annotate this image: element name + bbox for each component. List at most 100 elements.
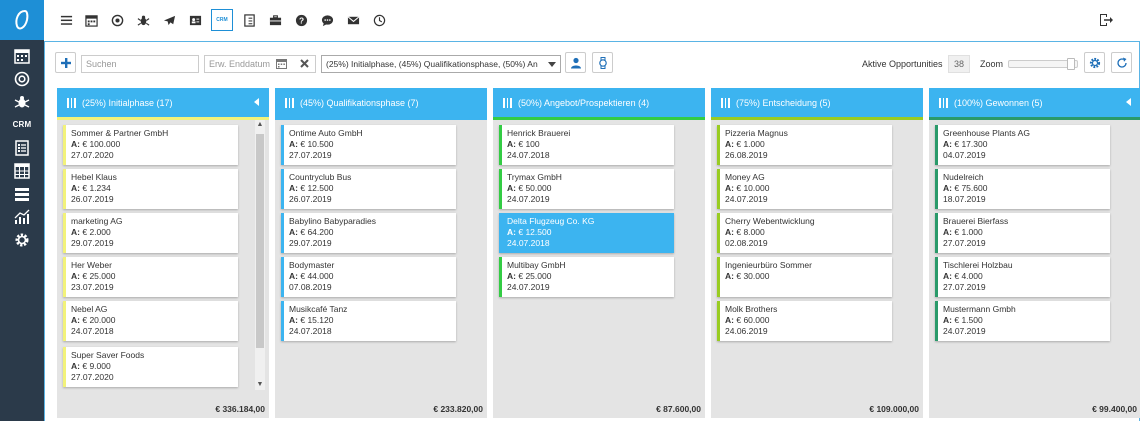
help-icon[interactable]: ? bbox=[291, 10, 311, 30]
column-header[interactable]: (45%) Qualifikationsphase (7) bbox=[275, 88, 487, 117]
crm-tab[interactable]: CRM bbox=[211, 9, 233, 31]
card-amount: A: € 1.000 bbox=[725, 139, 892, 150]
scroll-up-icon[interactable]: ▲ bbox=[256, 120, 264, 130]
opportunity-card[interactable]: Hebel Klaus A: € 1.234 26.07.2019 bbox=[63, 169, 238, 209]
column-header[interactable]: (100%) Gewonnen (5) bbox=[929, 88, 1140, 117]
opportunity-card[interactable]: Super Saver Foods A: € 9.000 27.07.2020 bbox=[63, 347, 238, 387]
search-input[interactable]: Suchen bbox=[81, 55, 199, 73]
card-amount-value: € 17.300 bbox=[954, 139, 988, 149]
user-filter-button[interactable] bbox=[565, 52, 586, 73]
opportunity-card[interactable]: Trymax GmbH A: € 50.000 24.07.2019 bbox=[499, 169, 674, 209]
zoom-slider-handle[interactable] bbox=[1067, 58, 1075, 70]
clear-date-icon[interactable] bbox=[300, 59, 309, 68]
opportunity-card[interactable]: Babylino Babyparadies A: € 64.200 29.07.20… bbox=[281, 213, 456, 253]
opportunity-card[interactable]: Bodymaster A: € 44.000 07.08.2019 bbox=[281, 257, 456, 297]
opportunity-card[interactable]: Tischlerei Holzbau A: € 4.000 27.07.2019 bbox=[935, 257, 1110, 297]
watch-filter-button[interactable] bbox=[592, 52, 613, 73]
drag-handle-icon[interactable] bbox=[285, 97, 295, 108]
svg-text:?: ? bbox=[298, 15, 303, 25]
card-date: 29.07.2019 bbox=[289, 238, 332, 248]
card-list: Greenhouse Plants AG A: € 17.300 04.07.201… bbox=[929, 120, 1140, 390]
opportunity-card[interactable]: Molk Brothers A: € 60.000 24.06.2019 bbox=[717, 301, 892, 341]
sidebar-crm[interactable]: CRM bbox=[0, 113, 44, 136]
collapse-arrow-icon[interactable] bbox=[1126, 98, 1131, 106]
card-amount-prefix: A: bbox=[943, 139, 952, 149]
logout-icon[interactable] bbox=[1098, 12, 1114, 28]
drag-handle-icon[interactable] bbox=[67, 97, 77, 108]
hamburger-menu-icon[interactable] bbox=[56, 10, 76, 30]
add-opportunity-button[interactable] bbox=[55, 52, 76, 73]
calendar-icon[interactable] bbox=[0, 44, 44, 67]
column-title: (75%) Entscheidung (5) bbox=[736, 97, 831, 108]
app-logo[interactable] bbox=[0, 0, 44, 40]
card-amount-value: € 1.000 bbox=[954, 227, 983, 237]
drag-handle-icon[interactable] bbox=[503, 97, 513, 108]
drag-handle-icon[interactable] bbox=[721, 97, 731, 108]
card-amount-value: € 1.234 bbox=[82, 183, 111, 193]
calendar-picker-icon[interactable] bbox=[276, 58, 287, 69]
opportunity-card[interactable]: Brauerei Bierfass A: € 1.000 27.07.2019 bbox=[935, 213, 1110, 253]
briefcase-icon[interactable] bbox=[265, 10, 285, 30]
calendar-icon[interactable] bbox=[81, 10, 101, 30]
lifebuoy-icon[interactable] bbox=[0, 67, 44, 90]
grid-calendar-icon[interactable] bbox=[0, 159, 44, 182]
chat-icon[interactable] bbox=[317, 10, 337, 30]
card-amount-prefix: A: bbox=[507, 271, 516, 281]
card-amount-prefix: A: bbox=[71, 315, 80, 325]
card-amount-value: € 44.000 bbox=[300, 271, 334, 281]
opportunity-card[interactable]: Ingenieurbüro Sommer A: € 30.000 bbox=[717, 257, 892, 297]
clock-icon[interactable] bbox=[369, 10, 389, 30]
card-amount: A: € 12.500 bbox=[507, 227, 674, 238]
opportunity-card[interactable]: Ontime Auto GmbH A: € 10.500 27.07.2019 bbox=[281, 125, 456, 165]
card-amount-value: € 64.200 bbox=[300, 227, 334, 237]
opportunity-card[interactable]: Money AG A: € 10.000 24.07.2019 bbox=[717, 169, 892, 209]
refresh-button[interactable] bbox=[1111, 52, 1132, 73]
column-header[interactable]: (25%) Initialphase (17) bbox=[57, 88, 269, 117]
card-date: 07.08.2019 bbox=[289, 282, 332, 292]
card-date: 27.07.2019 bbox=[289, 150, 332, 160]
drag-handle-icon[interactable] bbox=[939, 97, 949, 108]
gear-icon bbox=[1089, 57, 1100, 68]
collapse-arrow-icon[interactable] bbox=[254, 98, 259, 106]
column-header[interactable]: (75%) Entscheidung (5) bbox=[711, 88, 923, 117]
opportunity-card[interactable]: Pizzeria Magnus A: € 1.000 26.08.2019 bbox=[717, 125, 892, 165]
opportunity-card[interactable]: Multibay GmbH A: € 25.000 24.07.2019 bbox=[499, 257, 674, 297]
card-date: 24.07.2019 bbox=[725, 194, 768, 204]
opportunity-card[interactable]: Musikcafé Tanz A: € 15.120 24.07.2018 bbox=[281, 301, 456, 341]
contact-card-icon[interactable] bbox=[185, 10, 205, 30]
checklist-icon[interactable] bbox=[0, 136, 44, 159]
checklist-icon[interactable] bbox=[239, 10, 259, 30]
chart-icon[interactable] bbox=[0, 205, 44, 228]
opportunity-card[interactable]: Greenhouse Plants AG A: € 17.300 04.07.201… bbox=[935, 125, 1110, 165]
scrollbar[interactable]: ▲ ▼ bbox=[255, 120, 265, 390]
opportunity-card[interactable]: Countryclub Bus A: € 12.500 26.07.2019 bbox=[281, 169, 456, 209]
bug-icon[interactable] bbox=[0, 90, 44, 113]
mail-icon[interactable] bbox=[343, 10, 363, 30]
gear-icon[interactable] bbox=[0, 228, 44, 251]
phase-filter-select[interactable]: (25%) Initialphase, (45%) Qualifikations… bbox=[321, 55, 561, 73]
card-amount-prefix: A: bbox=[725, 227, 734, 237]
scroll-down-icon[interactable]: ▼ bbox=[256, 380, 264, 390]
settings-button[interactable] bbox=[1084, 52, 1105, 73]
lifebuoy-icon[interactable] bbox=[107, 10, 127, 30]
opportunity-card[interactable]: Delta Flugzeug Co. KG A: € 12.500 24.07.20… bbox=[499, 213, 674, 253]
opportunity-card[interactable]: Mustermann Gmbh A: € 1.500 24.07.2019 bbox=[935, 301, 1110, 341]
opportunity-card[interactable]: Sommer & Partner GmbH A: € 100.000 27.07.2… bbox=[63, 125, 238, 165]
opportunity-card[interactable]: Cherry Webentwicklung A: € 8.000 02.08.201… bbox=[717, 213, 892, 253]
airplane-icon[interactable] bbox=[159, 10, 179, 30]
scrollbar-thumb[interactable] bbox=[256, 134, 264, 348]
opportunity-card[interactable]: Nebel AG A: € 20.000 24.07.2018 bbox=[63, 301, 238, 341]
opportunity-card[interactable]: Nudelreich A: € 75.600 18.07.2019 bbox=[935, 169, 1110, 209]
card-company: Babylino Babyparadies bbox=[289, 216, 376, 226]
list-icon[interactable] bbox=[0, 182, 44, 205]
pipeline-board: Suchen Erw. Enddatum (25%) Initialphase,… bbox=[44, 42, 1140, 421]
zoom-label: Zoom bbox=[980, 59, 1004, 69]
card-amount: A: € 10.500 bbox=[289, 139, 456, 150]
opportunity-card[interactable]: Henrick Brauerei A: € 100 24.07.2018 bbox=[499, 125, 674, 165]
bug-icon[interactable] bbox=[133, 10, 153, 30]
card-amount: A: € 1.000 bbox=[943, 227, 1110, 238]
opportunity-card[interactable]: marketing AG A: € 2.000 29.07.2019 bbox=[63, 213, 238, 253]
phase-filter-value: (25%) Initialphase, (45%) Qualifikations… bbox=[326, 59, 538, 69]
opportunity-card[interactable]: Her Weber A: € 25.000 23.07.2019 bbox=[63, 257, 238, 297]
column-header[interactable]: (50%) Angebot/Prospektieren (4) bbox=[493, 88, 705, 117]
